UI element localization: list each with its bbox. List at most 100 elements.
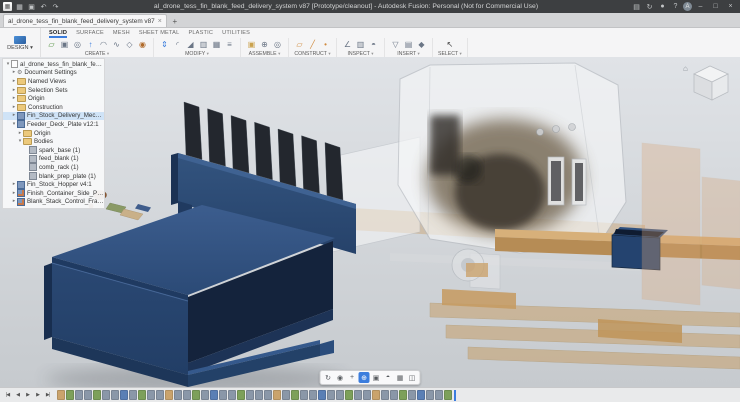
press-pull-icon[interactable]: ⇕ <box>159 39 170 50</box>
timeline-feature-icon[interactable] <box>228 390 236 400</box>
data-panel-icon[interactable]: ▦ <box>14 1 25 12</box>
construction-axis-icon[interactable]: ╱ <box>307 39 318 50</box>
cylinder-icon[interactable]: ◎ <box>72 39 83 50</box>
fillet-icon[interactable]: ◜ <box>172 39 183 50</box>
close-tab-icon[interactable]: × <box>158 18 162 25</box>
browser-tree-row[interactable]: ▸Named Views <box>3 77 104 86</box>
timeline-feature-icon[interactable] <box>363 390 371 400</box>
notifications-icon[interactable]: ● <box>657 1 668 12</box>
chamfer-icon[interactable]: ◢ <box>185 39 196 50</box>
timeline-feature-icon[interactable] <box>192 390 200 400</box>
maximize-button[interactable]: □ <box>709 1 722 12</box>
revolve-icon[interactable]: ◠ <box>98 39 109 50</box>
timeline-feature-icon[interactable] <box>75 390 83 400</box>
pan-icon[interactable]: + <box>347 372 358 383</box>
timeline-feature-icon[interactable] <box>435 390 443 400</box>
timeline-feature-icon[interactable] <box>174 390 182 400</box>
ribbon-tab-plastic[interactable]: PLASTIC <box>188 28 213 38</box>
timeline-feature-icon[interactable] <box>201 390 209 400</box>
play-button[interactable]: ▶ <box>23 390 32 400</box>
timeline-feature-icon[interactable] <box>381 390 389 400</box>
timeline-feature-icon[interactable] <box>390 390 398 400</box>
timeline-feature-icon[interactable] <box>264 390 272 400</box>
timeline-feature-icon[interactable] <box>354 390 362 400</box>
timeline-feature-icon[interactable] <box>273 390 281 400</box>
profile-avatar[interactable]: A <box>683 2 692 11</box>
timeline-feature-icon[interactable] <box>237 390 245 400</box>
timeline-feature-icon[interactable] <box>93 390 101 400</box>
section-analysis-icon[interactable]: ▥ <box>355 39 366 50</box>
look-at-icon[interactable]: ◉ <box>335 372 346 383</box>
timeline-feature-icon[interactable] <box>66 390 74 400</box>
go-to-start-button[interactable]: |◀ <box>3 390 12 400</box>
document-tab[interactable]: al_drone_tess_fin_blank_feed_delivery_sy… <box>3 14 167 27</box>
timeline-feature-icon[interactable] <box>111 390 119 400</box>
select-icon[interactable]: ↖ <box>444 39 455 50</box>
timeline-feature-icon[interactable] <box>291 390 299 400</box>
timeline-feature-icon[interactable] <box>372 390 380 400</box>
timeline-feature-icon[interactable] <box>165 390 173 400</box>
loft-icon[interactable]: ◇ <box>124 39 135 50</box>
browser-tree-row[interactable]: ▸Origin <box>3 129 104 138</box>
ribbon-tab-mesh[interactable]: MESH <box>113 28 130 38</box>
timeline-feature-icon[interactable] <box>57 390 65 400</box>
timeline-feature-icon[interactable] <box>120 390 128 400</box>
rigid-group-icon[interactable]: ◎ <box>272 39 283 50</box>
timeline-feature-icon[interactable] <box>219 390 227 400</box>
joint-icon[interactable]: ⊕ <box>259 39 270 50</box>
workspace-selector[interactable]: DESIGN ▾ <box>0 28 41 58</box>
timeline-feature-icon[interactable] <box>255 390 263 400</box>
timeline-feature-icon[interactable] <box>246 390 254 400</box>
step-forward-button[interactable]: ▶ <box>33 390 42 400</box>
browser-tree-row[interactable]: blank_prep_plate (1) <box>3 172 104 181</box>
model-viewport[interactable]: ⌂ ▾al_drone_tess_fin_blank_feed_delivery… <box>0 57 740 402</box>
timeline-feature-icon[interactable] <box>444 390 452 400</box>
browser-tree-row[interactable]: spark_base (1) <box>3 146 104 155</box>
close-button[interactable]: × <box>724 1 737 12</box>
new-tab-button[interactable]: + <box>169 15 181 27</box>
timeline-feature-icon[interactable] <box>417 390 425 400</box>
box-icon[interactable]: ▣ <box>59 39 70 50</box>
decal-icon[interactable]: ▤ <box>403 39 414 50</box>
timeline-feature-icon[interactable] <box>309 390 317 400</box>
timeline-feature-icon[interactable] <box>138 390 146 400</box>
browser-tree-row[interactable]: ▸Finish_Container_Side_Panel v2:1 <box>3 189 104 198</box>
timeline-feature-icon[interactable] <box>336 390 344 400</box>
new-component-icon[interactable]: ▣ <box>246 39 257 50</box>
timeline-feature-icon[interactable] <box>84 390 92 400</box>
construction-plane-icon[interactable]: ▱ <box>294 39 305 50</box>
timeline-feature-icon[interactable] <box>102 390 110 400</box>
browser-tree-row[interactable]: ▸Fin_Stock_Delivery_Mechanism v23:1 <box>3 112 104 121</box>
display-analysis-icon[interactable]: ◓ <box>368 39 379 50</box>
shell-icon[interactable]: ▥ <box>198 39 209 50</box>
display-settings-icon[interactable]: ◓ <box>383 372 394 383</box>
view-cube[interactable]: ⌂ <box>683 60 735 102</box>
insert-derive-icon[interactable]: ▽ <box>390 39 401 50</box>
timeline-feature-icon[interactable] <box>327 390 335 400</box>
help-icon[interactable]: ? <box>670 1 681 12</box>
create-sketch-icon[interactable]: ▱ <box>46 39 57 50</box>
timeline-feature-icon[interactable] <box>210 390 218 400</box>
timeline-feature-icon[interactable] <box>183 390 191 400</box>
timeline-feature-icon[interactable] <box>156 390 164 400</box>
step-back-button[interactable]: ◀ <box>13 390 22 400</box>
ribbon-tab-utilities[interactable]: UTILITIES <box>222 28 250 38</box>
browser-tree-row[interactable]: ▸Blank_Stack_Control_Frame v5:1 <box>3 198 104 207</box>
browser-tree-row[interactable]: comb_rack (1) <box>3 163 104 172</box>
timeline-feature-icon[interactable] <box>147 390 155 400</box>
combine-icon[interactable]: ▦ <box>211 39 222 50</box>
timeline-feature-icon[interactable] <box>426 390 434 400</box>
browser-tree-row[interactable]: ▾Feeder_Deck_Plate v12:1 <box>3 120 104 129</box>
minimize-button[interactable]: – <box>694 1 707 12</box>
go-to-end-button[interactable]: ▶| <box>43 390 52 400</box>
home-icon[interactable]: ⌂ <box>683 64 688 73</box>
extrude-icon[interactable]: ↑ <box>85 39 96 50</box>
construction-point-icon[interactable]: • <box>320 39 331 50</box>
insert-mesh-icon[interactable]: ◆ <box>416 39 427 50</box>
browser-tree-row[interactable]: ▸Origin <box>3 94 104 103</box>
timeline-feature-icon[interactable] <box>399 390 407 400</box>
timeline-feature-icon[interactable] <box>129 390 137 400</box>
grid-snaps-icon[interactable]: ▦ <box>395 372 406 383</box>
browser-tree-row[interactable]: ▾al_drone_tess_fin_blank_feed_delivery_s… <box>3 60 104 69</box>
zoom-icon[interactable]: ⊕ <box>359 372 370 383</box>
